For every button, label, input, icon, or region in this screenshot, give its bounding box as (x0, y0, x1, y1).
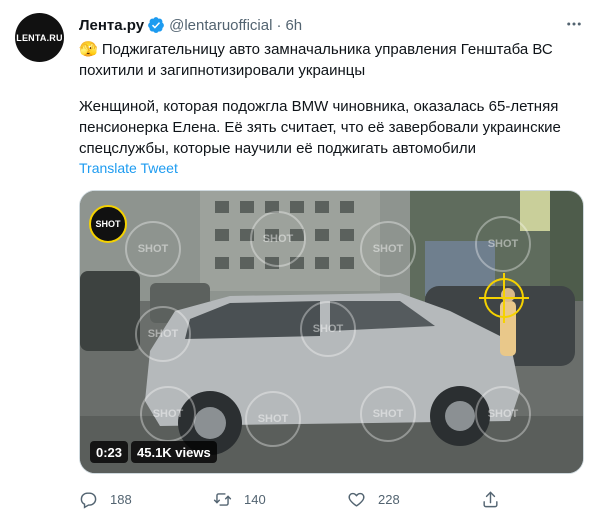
translate-tweet-link[interactable]: Translate Tweet (79, 160, 178, 176)
account-handle[interactable]: @lentaruofficial (169, 17, 272, 34)
retweet-count: 140 (244, 491, 266, 507)
retweet-button[interactable]: 140 (213, 488, 266, 510)
verified-badge-icon (147, 16, 165, 34)
reply-count: 188 (110, 491, 132, 507)
like-count: 228 (378, 491, 400, 507)
like-button[interactable]: 228 (347, 488, 400, 510)
tweet-header: Лента.ру @lentaruofficial · 6h (79, 15, 302, 35)
header-separator: · (276, 16, 282, 34)
tweet-text-line: Женщиной, которая подожгла BMW чиновника… (79, 98, 559, 115)
share-button[interactable] (481, 488, 500, 510)
tweet-timestamp[interactable]: 6h (285, 17, 302, 34)
watermark-logo: SHOT (360, 386, 416, 442)
avatar-label: LENTA.RU (16, 32, 63, 43)
watermark-logo: SHOT (245, 391, 301, 447)
watermark-logo: SHOT (360, 221, 416, 277)
tweet-text-line: пенсионерка Елена. Её зять считает, что … (79, 119, 561, 136)
watermark-logo: SHOT (135, 306, 191, 362)
watermark-logo: SHOT (300, 301, 356, 357)
retweet-icon (213, 492, 232, 506)
tweet-actions: 188 140 228 (79, 488, 579, 510)
watermark-logo: SHOT (140, 386, 196, 442)
reply-icon (80, 491, 97, 509)
reply-button[interactable]: 188 (79, 488, 132, 510)
tweet-text-line: похитили и загипнотизировали украинцы (79, 62, 366, 79)
shot-logo-badge: SHOT (89, 205, 127, 243)
avatar[interactable]: LENTA.RU (15, 13, 64, 62)
account-name[interactable]: Лента.ру (79, 17, 144, 34)
share-icon (483, 491, 498, 507)
heart-icon (348, 492, 365, 507)
watermark-logo: SHOT (250, 211, 306, 267)
tweet-text-line: спецслужбы, которые научили её поджигать… (79, 140, 477, 157)
tweet-text-line: 🫣 Поджигательницу авто замначальника упр… (79, 41, 553, 58)
watermark-logo: SHOT (475, 386, 531, 442)
video-duration: 0:23 (90, 441, 129, 463)
tweet-card[interactable]: LENTA.RU Лента.ру @lentaruofficial · 6h … (0, 0, 598, 522)
more-icon[interactable] (562, 14, 586, 34)
video-view-count: 45.1K views (131, 441, 217, 463)
crosshair-marker-icon (479, 273, 529, 323)
watermark-logo: SHOT (125, 221, 181, 277)
watermark-logo: SHOT (475, 216, 531, 272)
video-player[interactable]: SHOT SHOT SHOT SHOT SHOT SHOT SHOT SHOT … (79, 190, 584, 474)
